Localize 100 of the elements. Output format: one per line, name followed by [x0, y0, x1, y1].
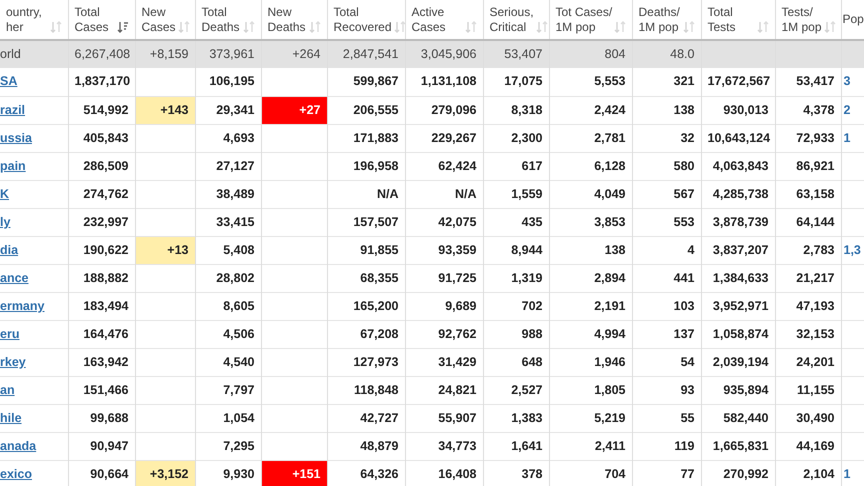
table-cell: 157,507 [327, 208, 405, 236]
table-cell: 1,805 [549, 376, 632, 404]
table-cell: 3,952,971 [701, 292, 775, 320]
column-label: Total Tests [708, 4, 736, 34]
column-label: Total Cases [74, 4, 109, 34]
table-cell: 2,104 [775, 460, 841, 486]
table-cell: 930,013 [701, 96, 775, 124]
table-cell: 42,727 [327, 404, 405, 432]
table-cell: 8,944 [483, 236, 549, 264]
column-label: Pop [842, 12, 864, 27]
table-cell: 138 [549, 236, 632, 264]
column-label: Total Deaths [202, 4, 240, 34]
country-link[interactable]: exico [0, 466, 32, 481]
table-cell: 27,127 [195, 152, 261, 180]
table-cell: 4,693 [195, 124, 261, 152]
table-cell: 63,158 [775, 180, 841, 208]
table-cell: 33,415 [195, 208, 261, 236]
table-cell: 4,285,738 [701, 180, 775, 208]
table-cell: 206,555 [327, 96, 405, 124]
table-cell: 118,848 [327, 376, 405, 404]
table-cell: 32 [632, 124, 701, 152]
country-link[interactable]: hile [0, 410, 22, 425]
country-link[interactable]: ly [0, 214, 10, 229]
country-link[interactable]: razil [0, 102, 26, 117]
table-cell: 553 [632, 208, 701, 236]
table-cell: 103 [632, 292, 701, 320]
table-cell: 7,295 [195, 432, 261, 460]
table-cell: 405,843 [68, 124, 135, 152]
table-cell: 4,506 [195, 320, 261, 348]
table-cell: 42,075 [405, 208, 483, 236]
table-cell: 196,958 [327, 152, 405, 180]
population-value: 1 [844, 466, 850, 481]
table-cell: 3,878,739 [701, 208, 775, 236]
column-label: ountry, her [6, 4, 42, 34]
population-value: 3 [844, 74, 850, 88]
table-cell: 99,688 [68, 404, 135, 432]
table-cell: 4,994 [549, 320, 632, 348]
table-cell: 1,665,831 [701, 432, 775, 460]
table-cell: 47,193 [775, 292, 841, 320]
table-cell: 44,169 [775, 432, 841, 460]
table-cell: 11,155 [775, 376, 841, 404]
table-cell: 229,267 [405, 124, 483, 152]
table-cell: 31,429 [405, 348, 483, 376]
table-cell: 1,058,874 [701, 320, 775, 348]
country-link[interactable]: ance [0, 270, 28, 285]
table-cell: 164,476 [68, 320, 135, 348]
country-link[interactable]: an [0, 382, 15, 397]
country-link[interactable]: anada [0, 438, 36, 453]
table-cell: N/A [327, 180, 405, 208]
table-cell: 286,509 [68, 152, 135, 180]
table-cell: 64,144 [775, 208, 841, 236]
table-cell: 1,131,108 [405, 68, 483, 96]
table-cell: 62,424 [405, 152, 483, 180]
table-cell: 2,527 [483, 376, 549, 404]
table-cell: 4 [632, 236, 701, 264]
table-cell: 321 [632, 68, 701, 96]
table-cell: 3,853 [549, 208, 632, 236]
table-cell: 4,063,843 [701, 152, 775, 180]
table-cell: orld [0, 47, 21, 62]
sort-icon[interactable] [116, 20, 128, 32]
table-cell: 1,837,170 [68, 68, 135, 96]
table-cell: 988 [483, 320, 549, 348]
country-link[interactable]: dia [0, 242, 18, 257]
table-cell: 137 [632, 320, 701, 348]
table-cell: 5,553 [549, 68, 632, 96]
country-link[interactable]: pain [0, 158, 26, 173]
table-cell: 2,783 [775, 236, 841, 264]
table-cell: N/A [405, 180, 483, 208]
country-link[interactable]: eru [0, 326, 20, 341]
country-link[interactable]: K [0, 186, 10, 201]
table-cell: 54 [632, 348, 701, 376]
table-cell: 3,045,906 [405, 40, 483, 68]
country-link[interactable]: rkey [0, 354, 26, 369]
country-link[interactable]: SA [0, 74, 18, 88]
table-cell: 804 [549, 40, 632, 68]
table-cell: 24,821 [405, 376, 483, 404]
table-cell: +143 [135, 96, 195, 124]
table-cell: 32,153 [775, 320, 841, 348]
table-cell: 2,894 [549, 264, 632, 292]
table-cell: 935,894 [701, 376, 775, 404]
table-cell: +3,152 [135, 460, 195, 486]
table-cell: +151 [261, 460, 327, 486]
table-cell: 17,075 [483, 68, 549, 96]
table-cell: 1,383 [483, 404, 549, 432]
table-cell: 580 [632, 152, 701, 180]
country-link[interactable]: ussia [0, 130, 32, 145]
table-cell: 4,049 [549, 180, 632, 208]
table-cell: 6,267,408 [68, 40, 135, 68]
population-value: 2 [844, 102, 850, 117]
table-cell: 702 [483, 292, 549, 320]
table-cell: 441 [632, 264, 701, 292]
country-link[interactable]: ermany [0, 298, 44, 313]
table-cell: 29,341 [195, 96, 261, 124]
table-cell: 21,217 [775, 264, 841, 292]
table-cell: 1,641 [483, 432, 549, 460]
table-cell: 567 [632, 180, 701, 208]
table-cell: 9,689 [405, 292, 483, 320]
column-label: Total Recovered [334, 4, 392, 34]
table-cell: 599,867 [327, 68, 405, 96]
table-cell: 119 [632, 432, 701, 460]
